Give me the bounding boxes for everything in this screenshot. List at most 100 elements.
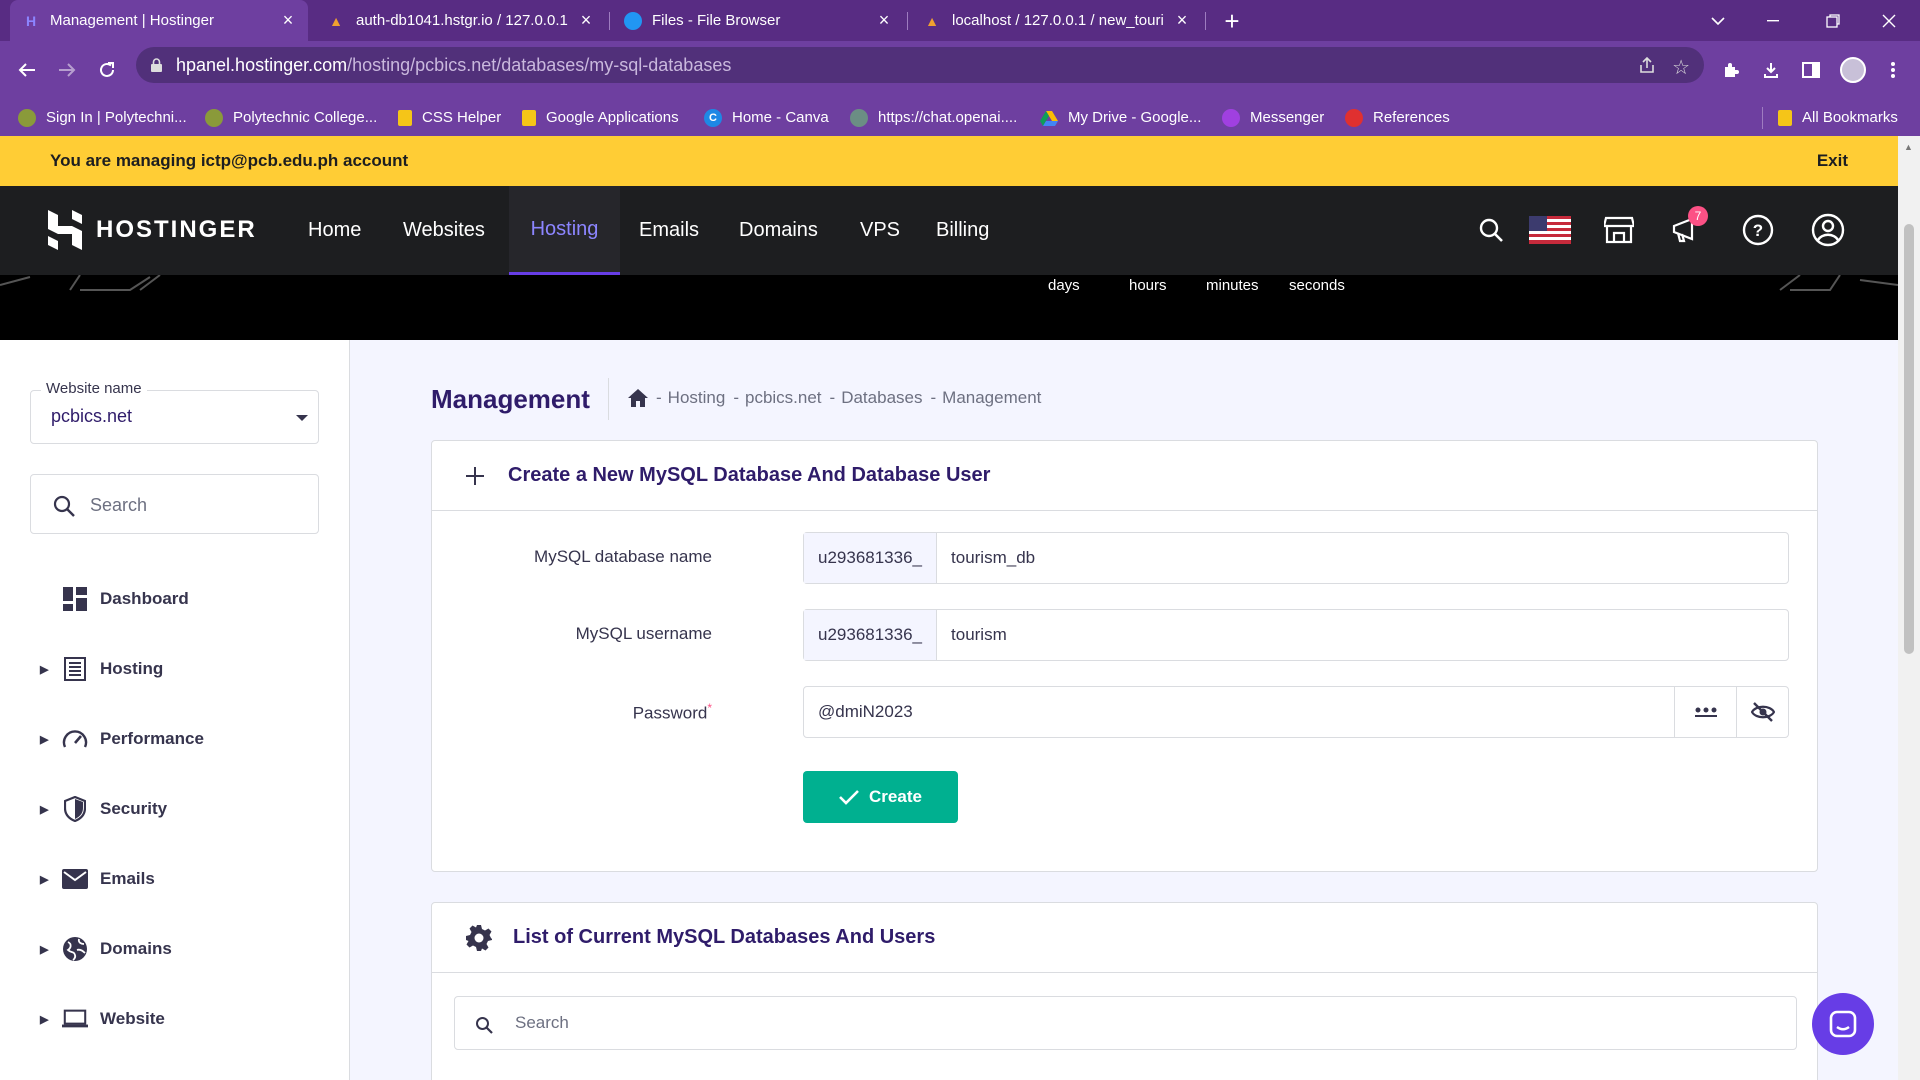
globe-icon xyxy=(62,936,88,962)
back-icon[interactable] xyxy=(10,53,44,87)
google-drive-icon xyxy=(1040,109,1058,127)
url-host: hpanel.hostinger.com xyxy=(176,54,348,75)
references-icon xyxy=(1345,108,1363,127)
sidebar-item-domains[interactable]: ▶ Domains xyxy=(0,921,349,977)
banner-text: You are managing ictp@pcb.edu.ph account xyxy=(50,151,409,170)
sidebar-item-website[interactable]: ▶ Website xyxy=(0,991,349,1047)
side-panel-icon[interactable] xyxy=(1794,53,1828,87)
create-database-card-header[interactable]: Create a New MySQL Database And Database… xyxy=(432,441,1817,511)
hosting-icon xyxy=(62,656,88,682)
toggle-password-visibility-button[interactable] xyxy=(1736,687,1788,737)
nav-vps[interactable]: VPS xyxy=(860,186,900,275)
sidebar-item-emails[interactable]: ▶ Emails xyxy=(0,851,349,907)
bookmark-item[interactable]: Sign In | Polytechni... xyxy=(18,99,187,136)
browser-tab[interactable]: ▲ localhost / 127.0.0.1 / new_touri × xyxy=(910,0,1202,41)
sidebar-item-security[interactable]: ▶ Security xyxy=(0,781,349,837)
extensions-icon[interactable] xyxy=(1714,53,1748,87)
help-icon[interactable]: ? xyxy=(1740,212,1776,248)
scrollbar-thumb[interactable] xyxy=(1904,224,1914,654)
all-bookmarks[interactable]: All Bookmarks xyxy=(1778,99,1898,136)
db-name-label: MySQL database name xyxy=(534,547,712,566)
username-input[interactable]: u293681336_ tourism xyxy=(803,609,1789,661)
caret-right-icon: ▶ xyxy=(40,663,49,676)
nav-websites[interactable]: Websites xyxy=(403,186,485,275)
website-name-value: pcbics.net xyxy=(51,406,133,426)
browser-tab[interactable]: Files - File Browser × xyxy=(612,0,904,41)
nav-domains[interactable]: Domains xyxy=(739,186,818,275)
share-icon[interactable] xyxy=(1638,56,1656,74)
database-list-card-header: List of Current MySQL Databases And User… xyxy=(432,903,1817,973)
bookmark-item[interactable]: C Home - Canva xyxy=(704,99,829,136)
breadcrumb-item[interactable]: pcbics.net xyxy=(745,388,822,408)
sidebar-search-input[interactable]: Search xyxy=(30,474,319,534)
browser-tab[interactable]: H Management | Hostinger × xyxy=(10,0,308,41)
nav-billing[interactable]: Billing xyxy=(936,186,989,275)
bookmark-star-icon[interactable]: ☆ xyxy=(1672,55,1690,80)
countdown-hours-label: hours xyxy=(1129,277,1167,294)
close-tab-icon[interactable]: × xyxy=(876,10,892,31)
store-icon[interactable] xyxy=(1601,212,1637,248)
db-name-prefix: u293681336_ xyxy=(804,533,938,583)
school-logo-icon xyxy=(205,108,223,127)
bookmark-item[interactable]: Polytechnic College... xyxy=(205,99,377,136)
breadcrumb-item[interactable]: Databases xyxy=(841,388,922,408)
bookmark-item[interactable]: https://chat.openai.... xyxy=(850,99,1017,136)
password-input[interactable]: @dmiN2023 xyxy=(803,686,1789,738)
nav-hosting[interactable]: Hosting xyxy=(509,186,620,275)
page-scrollbar[interactable]: ▲ xyxy=(1898,136,1920,1080)
notifications-icon[interactable]: 7 xyxy=(1668,206,1708,248)
address-bar[interactable]: hpanel.hostinger.com /hosting/pcbics.net… xyxy=(136,47,1704,83)
close-tab-icon[interactable]: × xyxy=(1174,10,1190,31)
new-tab-button[interactable]: + xyxy=(1218,6,1246,36)
password-label: Password* xyxy=(452,701,712,724)
browser-tab[interactable]: ▲ auth-db1041.hstgr.io / 127.0.0.1 × xyxy=(314,0,606,41)
nav-emails[interactable]: Emails xyxy=(639,186,699,275)
close-tab-icon[interactable]: × xyxy=(578,10,594,31)
close-window-icon[interactable] xyxy=(1866,0,1912,41)
shield-icon xyxy=(62,796,88,822)
account-icon[interactable] xyxy=(1810,212,1846,248)
managing-account-banner: You are managing ictp@pcb.edu.ph account… xyxy=(0,136,1898,186)
bookmark-item[interactable]: CSS Helper xyxy=(398,99,501,136)
home-icon[interactable] xyxy=(628,389,648,407)
caret-right-icon: ▶ xyxy=(40,1013,49,1026)
bookmark-item[interactable]: My Drive - Google... xyxy=(1040,99,1201,136)
restore-icon[interactable] xyxy=(1810,0,1856,41)
canva-icon: C xyxy=(704,108,722,127)
chat-launcher-button[interactable] xyxy=(1812,993,1874,1055)
sidebar-item-label: Emails xyxy=(100,869,155,888)
website-name-select[interactable]: Website name pcbics.net xyxy=(30,380,319,444)
close-tab-icon[interactable]: × xyxy=(280,10,296,31)
main-navigation: HOSTINGER Home Websites Hosting Emails D… xyxy=(0,186,1898,275)
reload-icon[interactable] xyxy=(90,53,124,87)
download-icon[interactable] xyxy=(1754,53,1788,87)
password-value: @dmiN2023 xyxy=(818,702,913,721)
create-button[interactable]: Create xyxy=(803,771,958,823)
search-icon[interactable] xyxy=(1473,212,1509,248)
sidebar-item-performance[interactable]: ▶ Performance xyxy=(0,711,349,767)
database-list-title: List of Current MySQL Databases And User… xyxy=(513,926,936,948)
database-search-placeholder: Search xyxy=(515,1013,569,1032)
us-flag-icon[interactable] xyxy=(1528,212,1572,248)
nav-home[interactable]: Home xyxy=(308,186,361,275)
forward-icon[interactable] xyxy=(50,53,84,87)
site-info-icon[interactable] xyxy=(150,58,162,72)
bookmark-item[interactable]: Google Applications xyxy=(522,99,679,136)
bookmark-item[interactable]: References xyxy=(1345,99,1450,136)
database-search-input[interactable]: Search xyxy=(454,996,1797,1050)
bookmark-item[interactable]: Messenger xyxy=(1222,99,1324,136)
exit-link[interactable]: Exit xyxy=(1817,151,1848,171)
browser-menu-icon[interactable] xyxy=(1876,53,1910,87)
breadcrumb-item[interactable]: Hosting xyxy=(668,388,726,408)
generate-password-button[interactable] xyxy=(1674,687,1736,737)
tab-search-icon[interactable] xyxy=(1695,0,1741,41)
hostinger-logo[interactable]: HOSTINGER xyxy=(48,210,257,250)
sidebar-item-label: Hosting xyxy=(100,659,164,678)
sidebar-item-hosting[interactable]: ▶ Hosting xyxy=(0,641,349,697)
sidebar-item-dashboard[interactable]: Dashboard xyxy=(0,571,349,627)
profile-avatar[interactable] xyxy=(1836,53,1870,87)
scroll-up-icon[interactable]: ▲ xyxy=(1904,142,1913,152)
folder-icon xyxy=(522,109,536,126)
db-name-input[interactable]: u293681336_ tourism_db xyxy=(803,532,1789,584)
minimize-icon[interactable] xyxy=(1750,0,1796,41)
